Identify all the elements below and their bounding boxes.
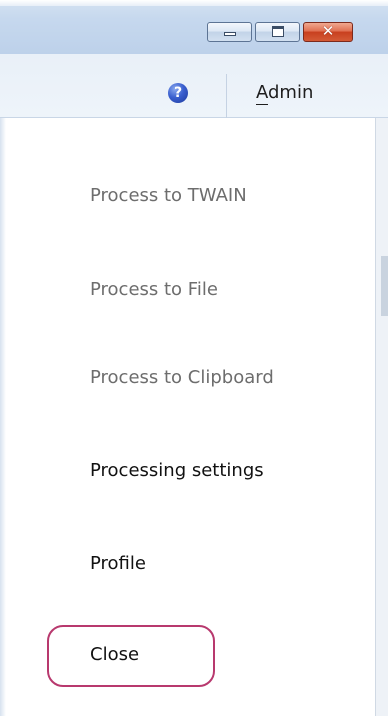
close-icon: ✕ [321,22,335,40]
menu-item-process-to-file[interactable]: Process to File [90,279,218,300]
right-scroll-edge [375,118,388,716]
title-bar[interactable]: ✕ [0,0,388,54]
menu-item-process-to-clipboard[interactable]: Process to Clipboard [90,367,274,388]
help-icon[interactable]: ? [168,83,188,103]
maximize-icon [272,26,284,37]
minimize-button[interactable] [207,22,252,42]
menu-item-process-to-twain[interactable]: Process to TWAIN [90,185,247,206]
header-divider [226,74,227,118]
admin-access-key-underline [256,104,268,105]
close-window-button[interactable]: ✕ [303,22,353,42]
maximize-button[interactable] [255,22,300,42]
admin-link[interactable]: Admin [256,82,313,103]
menu-item-profile[interactable]: Profile [90,553,146,574]
menu-item-processing-settings[interactable]: Processing settings [90,460,264,481]
title-bar-highlight [0,0,388,6]
app-window: ✕ ? Admin Process to TWAIN Process to Fi… [0,0,388,716]
menu-item-close[interactable]: Close [90,644,139,665]
right-edge-mark [381,256,388,316]
left-panel-edge [0,118,6,716]
toolbar-header: ? Admin [0,54,388,118]
minimize-icon [224,32,236,36]
